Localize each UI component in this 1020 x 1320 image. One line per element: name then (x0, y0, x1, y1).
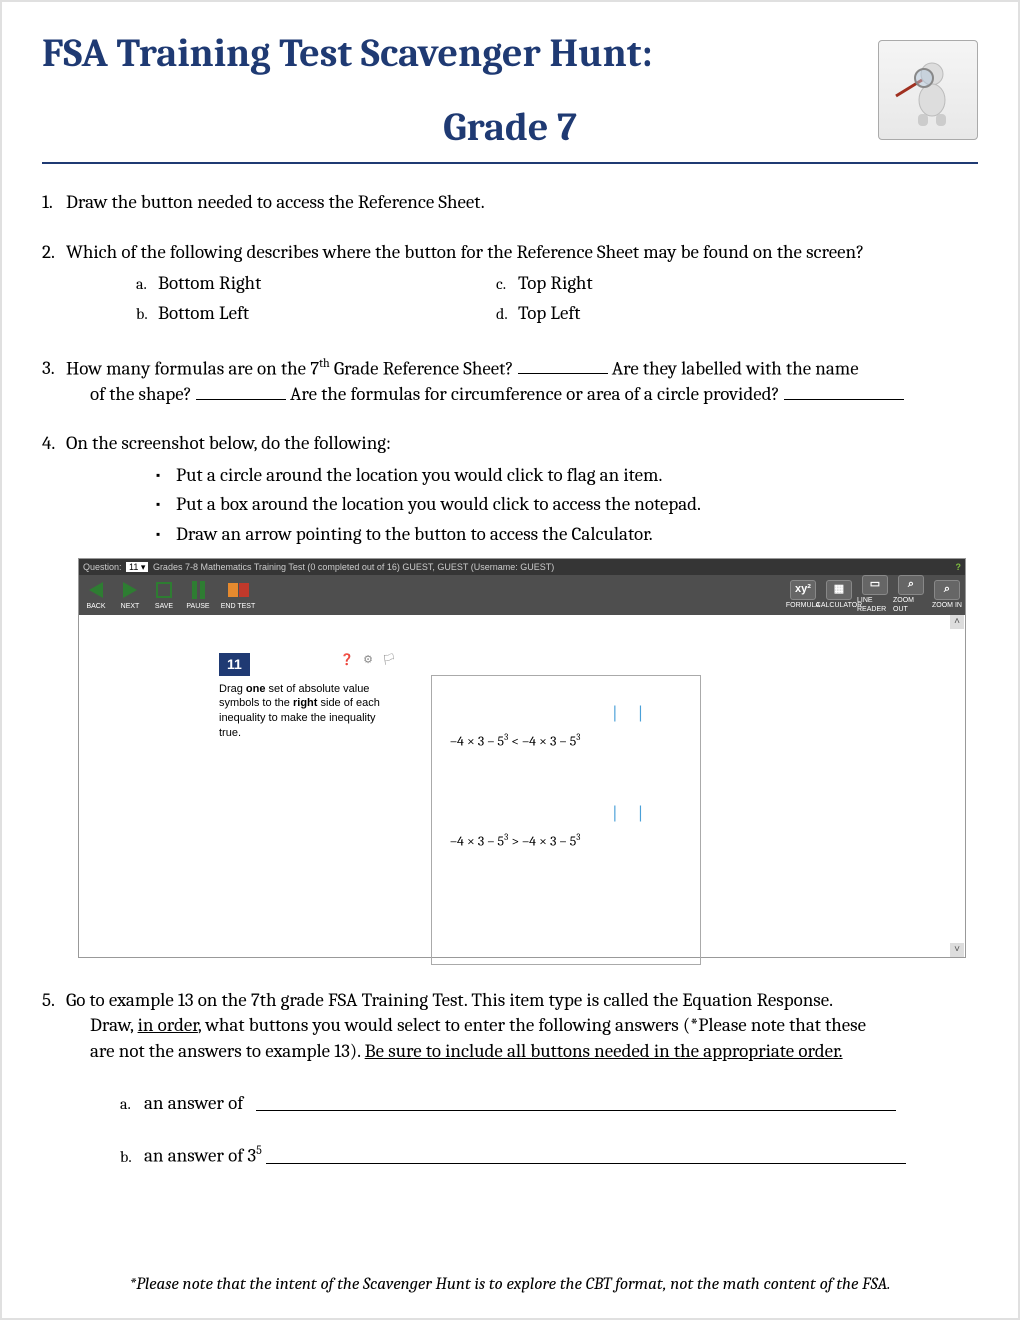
q5-sub-b: b.an answer of 35 (120, 1142, 978, 1169)
question-5: 5.Go to example 13 on the 7th grade FSA … (42, 988, 978, 1170)
next-button[interactable]: NEXT (113, 575, 147, 615)
blank[interactable] (196, 388, 286, 400)
q4-bullet-1: ▪Put a circle around the location you wo… (156, 463, 978, 489)
q4-num: 4. (42, 431, 66, 457)
back-button[interactable]: BACK (79, 575, 113, 615)
q4-text: On the screenshot below, do the followin… (66, 432, 391, 454)
q5-sub-a: a.an answer of (120, 1091, 978, 1117)
item-tools-icons[interactable]: ❓ ⚙ 🏳 (340, 653, 399, 668)
blank-line[interactable] (256, 1097, 896, 1111)
zoom-out-icon: ⌕ (898, 575, 924, 595)
pause-button[interactable]: PAUSE (181, 575, 215, 615)
inequality-2: –4 × 3 – 53 > –4 × 3 – 53 (450, 832, 580, 852)
line-reader-button[interactable]: ▭LINE READER (857, 575, 893, 615)
calculator-icon: ▦ (826, 580, 852, 600)
abs-bracket-2[interactable]: | | (612, 802, 651, 826)
embedded-screenshot: Question: 11 ▾ Grades 7-8 Mathematics Tr… (78, 558, 966, 958)
question-dropdown[interactable]: 11 ▾ (126, 562, 148, 572)
q2-num: 2. (42, 240, 66, 266)
q2-option-b: b.Bottom Left (136, 301, 496, 327)
body: 1.Draw the button needed to access the R… (42, 164, 978, 1169)
blank-line[interactable] (266, 1150, 906, 1164)
q1-num: 1. (42, 190, 66, 216)
title-line-1: FSA Training Test Scavenger Hunt: (42, 30, 978, 76)
title-line-2: Grade 7 (42, 104, 978, 150)
shot-toolbar: BACK NEXT SAVE PAUSE END TEST xy²FORMULA… (79, 575, 965, 615)
q2-option-a: a.Bottom Right (136, 271, 496, 297)
scroll-up-icon[interactable]: ˄ (950, 615, 964, 629)
blank[interactable] (518, 362, 608, 374)
inequality-1: –4 × 3 – 53 < –4 × 3 – 53 (450, 732, 580, 752)
q4-bullet-2: ▪Put a box around the location you would… (156, 492, 978, 518)
scroll-down-icon[interactable]: ˅ (950, 943, 964, 957)
zoom-out-button[interactable]: ⌕ZOOM OUT (893, 575, 929, 615)
q5-num: 5. (42, 988, 66, 1014)
save-button[interactable]: SAVE (147, 575, 181, 615)
q3-num: 3. (42, 356, 66, 382)
header: FSA Training Test Scavenger Hunt: Grade … (42, 30, 978, 164)
line-reader-icon: ▭ (862, 575, 888, 595)
question-prompt: 11 ❓ ⚙ 🏳 Drag one set of absolute value … (219, 653, 399, 741)
q1-text: Draw the button needed to access the Ref… (66, 191, 485, 213)
question-3: 3.How many formulas are on the 7th Grade… (42, 355, 978, 408)
worksheet-page: FSA Training Test Scavenger Hunt: Grade … (0, 0, 1020, 1320)
q2-options: a.Bottom Right b.Bottom Left c.Top Right… (136, 271, 978, 330)
q2-text: Which of the following describes where t… (66, 241, 864, 263)
question-number-badge: 11 (219, 653, 250, 676)
answer-area[interactable]: | | –4 × 3 – 53 < –4 × 3 – 53 | | –4 × 3… (431, 675, 701, 965)
q4-bullet-3: ▪Draw an arrow pointing to the button to… (156, 522, 978, 548)
mascot-icon (878, 40, 978, 140)
formula-icon: xy² (790, 580, 816, 600)
zoom-in-icon: ⌕ (934, 580, 960, 600)
footnote: *Please note that the intent of the Scav… (2, 1275, 1018, 1294)
zoom-in-button[interactable]: ⌕ZOOM IN (929, 575, 965, 615)
end-test-button[interactable]: END TEST (215, 575, 261, 615)
shot-content: ˄ ˅ 11 ❓ ⚙ 🏳 Drag one set of absolute va… (79, 615, 965, 957)
question-2: 2.Which of the following describes where… (42, 240, 978, 331)
question-1: 1.Draw the button needed to access the R… (42, 190, 978, 216)
blank[interactable] (784, 388, 904, 400)
shot-titlebar: Question: 11 ▾ Grades 7-8 Mathematics Tr… (79, 559, 965, 575)
question-4: 4.On the screenshot below, do the follow… (42, 431, 978, 958)
q2-option-c: c.Top Right (496, 271, 856, 297)
help-icon[interactable]: ? (956, 561, 962, 573)
q2-option-d: d.Top Left (496, 301, 856, 327)
abs-bracket-1[interactable]: | | (612, 702, 651, 726)
calculator-button[interactable]: ▦CALCULATOR (821, 575, 857, 615)
